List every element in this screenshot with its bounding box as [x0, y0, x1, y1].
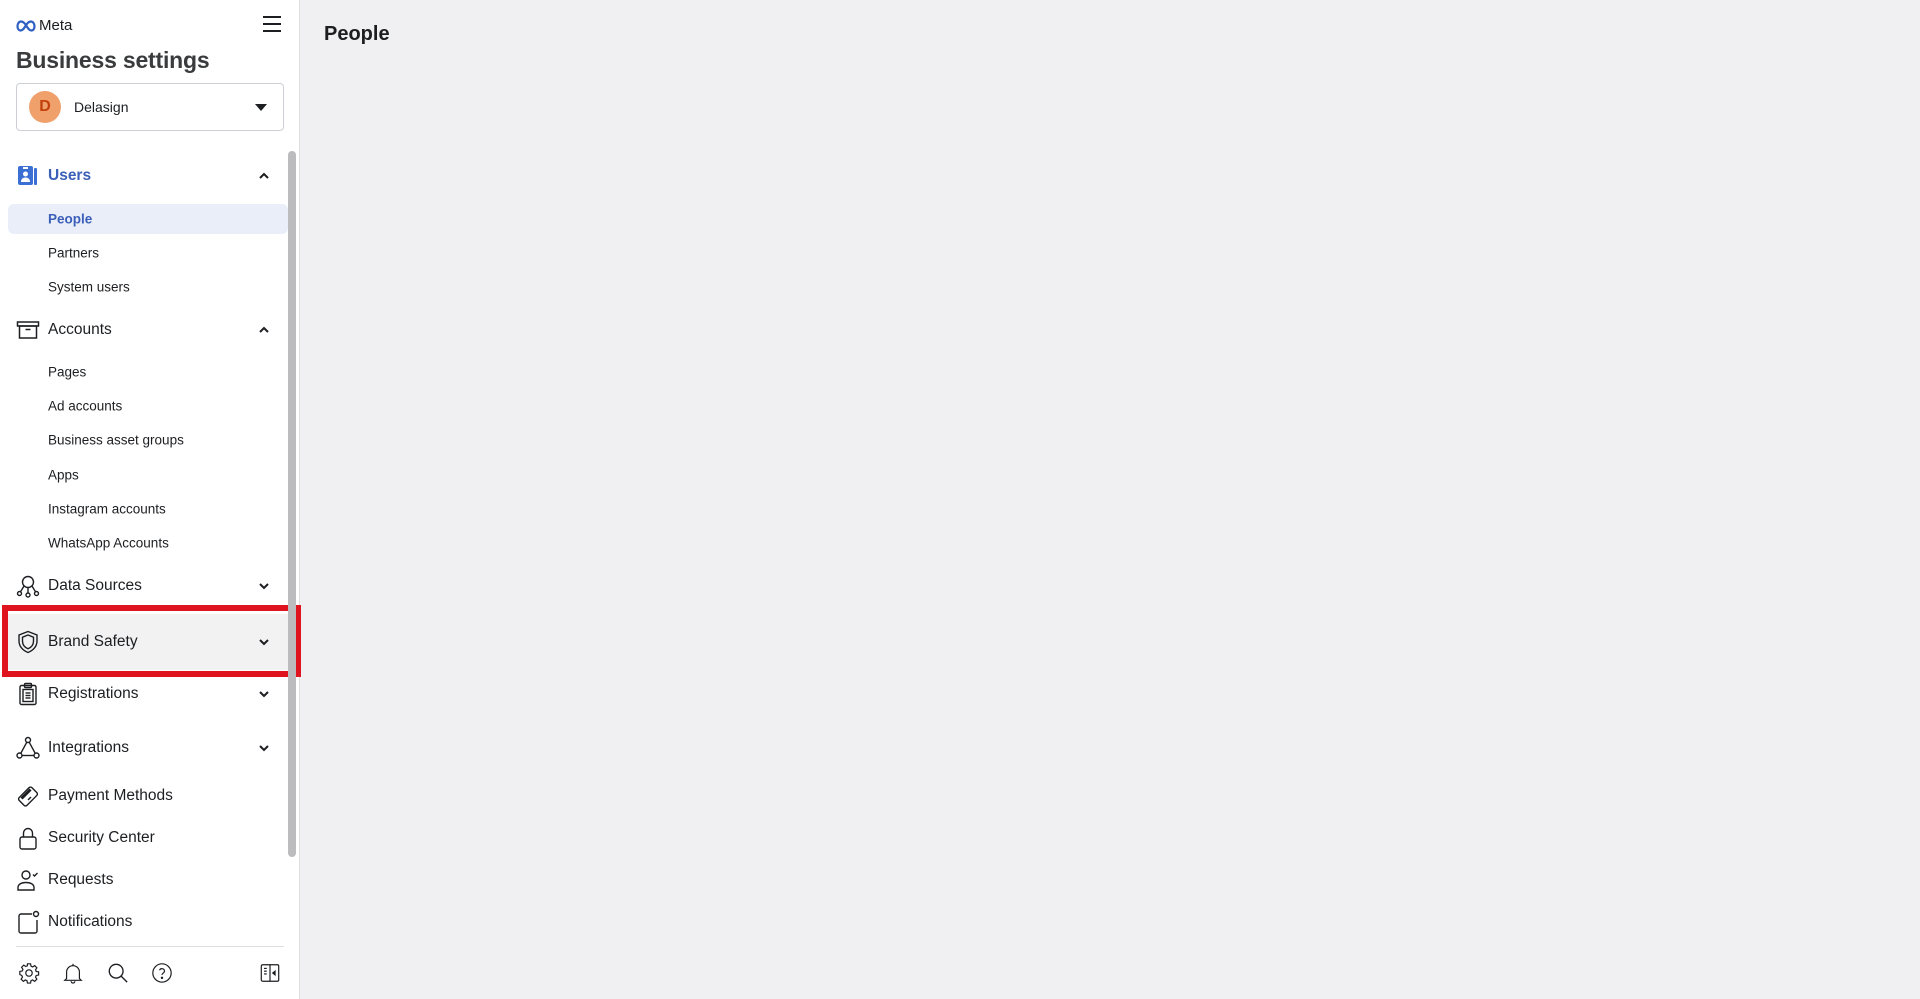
sidebar-item-label: WhatsApp Accounts [48, 535, 169, 551]
sidebar-item-requests[interactable]: Requests [8, 858, 288, 902]
menu-hamburger-icon[interactable] [262, 14, 282, 34]
sidebar-item-instagram-accounts[interactable]: Instagram accounts [8, 494, 288, 524]
lock-icon [16, 826, 40, 850]
sidebar-item-people[interactable]: People [8, 204, 288, 234]
sidebar-item-label: Notifications [48, 913, 133, 930]
collapse-panel-icon[interactable] [257, 960, 283, 986]
sidebar-item-label: Partners [48, 245, 100, 261]
sidebar-divider [16, 946, 284, 947]
sidebar-section-accounts[interactable]: Accounts [8, 308, 288, 352]
sidebar-item-pages[interactable]: Pages [8, 357, 288, 387]
sidebar-item-notifications[interactable]: Notifications [8, 900, 288, 944]
chevron-down-icon[interactable] [257, 579, 271, 593]
business-account-selector[interactable]: D Delasign [16, 83, 284, 131]
chevron-down-icon[interactable] [257, 635, 271, 649]
caret-down-icon [255, 104, 267, 111]
sidebar-section-integrations[interactable]: Integrations [8, 726, 288, 770]
sidebar-item-label: People [48, 211, 93, 227]
business-settings-title: Business settings [16, 47, 210, 73]
credit-card-icon [16, 784, 40, 808]
sidebar-item-label: Instagram accounts [48, 501, 166, 517]
sidebar-section-data-sources[interactable]: Data Sources [8, 564, 288, 608]
sidebar-section-label: Brand Safety [48, 633, 138, 650]
page-title: People [324, 23, 390, 45]
bell-icon[interactable] [60, 960, 86, 986]
search-icon[interactable] [105, 960, 131, 986]
sidebar-item-system-users[interactable]: System users [8, 272, 288, 302]
sidebar: Meta Business settings D Delasign Users … [0, 0, 301, 999]
sidebar-item-label: Ad accounts [48, 398, 123, 414]
sidebar-item-partners[interactable]: Partners [8, 238, 288, 268]
sidebar-item-label: Requests [48, 871, 114, 888]
chevron-down-icon[interactable] [257, 687, 271, 701]
sidebar-section-label: Integrations [48, 739, 129, 756]
chevron-down-icon[interactable] [257, 741, 271, 755]
sidebar-section-registrations[interactable]: Registrations [8, 672, 288, 716]
sidebar-bottom-toolbar [0, 958, 300, 990]
sidebar-section-label: Registrations [48, 685, 139, 702]
sidebar-item-label: Apps [48, 467, 79, 483]
notification-icon [16, 910, 40, 934]
account-name: Delasign [74, 99, 129, 115]
sidebar-item-payment-methods[interactable]: Payment Methods [8, 774, 288, 818]
archive-box-icon [16, 318, 40, 342]
sidebar-item-whatsapp-accounts[interactable]: WhatsApp Accounts [8, 528, 288, 558]
meta-infinity-icon [16, 19, 36, 32]
meta-logo-text: Meta [39, 17, 73, 34]
sidebar-item-apps[interactable]: Apps [8, 460, 288, 490]
sidebar-item-label: Security Center [48, 829, 155, 846]
sidebar-item-label: System users [48, 279, 130, 295]
data-sources-icon [16, 574, 40, 598]
sidebar-section-label: Accounts [48, 321, 112, 338]
main-content: People [301, 0, 1920, 999]
sidebar-item-label: Payment Methods [48, 787, 173, 804]
sidebar-section-label: Data Sources [48, 577, 142, 594]
users-badge-icon [16, 164, 40, 188]
sidebar-item-security-center[interactable]: Security Center [8, 816, 288, 860]
chevron-up-icon[interactable] [257, 323, 271, 337]
account-avatar: D [29, 91, 61, 123]
chevron-up-icon[interactable] [257, 169, 271, 183]
sidebar-scrollbar[interactable] [288, 151, 296, 857]
sidebar-item-ad-accounts[interactable]: Ad accounts [8, 391, 288, 421]
settings-gear-icon[interactable] [16, 960, 42, 986]
integrations-icon [16, 736, 40, 760]
person-check-icon [16, 868, 40, 892]
clipboard-icon [16, 682, 40, 706]
sidebar-item-label: Pages [48, 364, 87, 380]
shield-icon [16, 630, 40, 654]
sidebar-item-label: Business asset groups [48, 432, 184, 448]
sidebar-section-users[interactable]: Users [8, 154, 288, 198]
sidebar-section-brand-safety[interactable]: Brand Safety [4, 614, 288, 670]
help-icon[interactable] [149, 960, 175, 986]
sidebar-item-business-asset-groups[interactable]: Business asset groups [8, 425, 288, 455]
sidebar-section-label: Users [48, 167, 92, 184]
meta-logo[interactable]: Meta [16, 17, 72, 34]
